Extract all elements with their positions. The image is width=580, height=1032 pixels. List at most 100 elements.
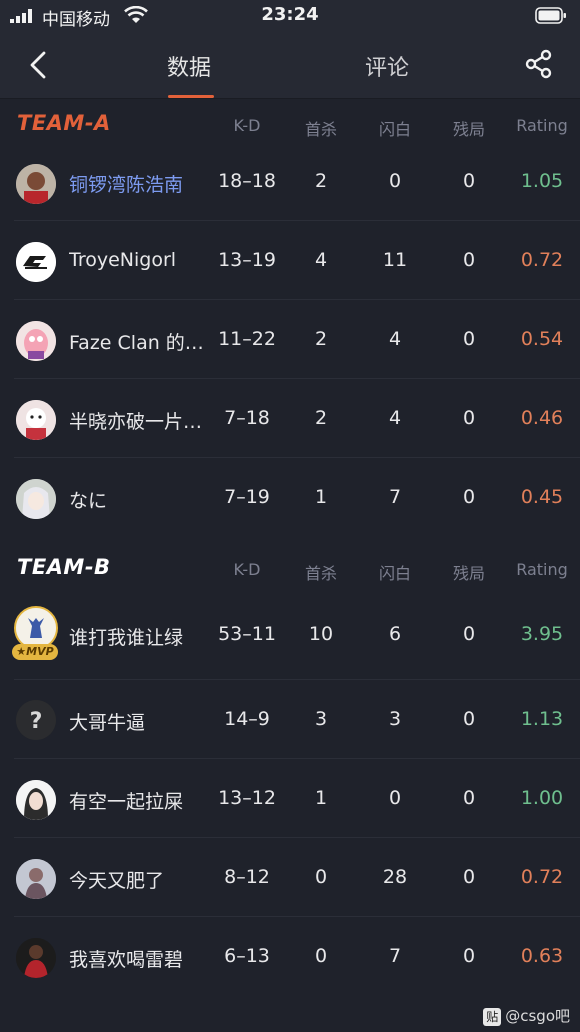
clutches-value: 0 xyxy=(462,249,476,271)
kd-value: 53–11 xyxy=(218,623,276,645)
player-name: 谁打我谁让绿 xyxy=(69,627,184,649)
player-row[interactable]: 今天又肥了 8–12 0 28 0 0.72 xyxy=(0,838,580,917)
kd-value: 7–18 xyxy=(224,407,270,429)
team-a-name: TEAM-A xyxy=(17,111,111,135)
column-clutches: 残局 xyxy=(452,564,485,583)
status-bar: 中国移动 23:24 xyxy=(0,0,580,32)
player-name: 大哥牛逼 xyxy=(69,712,146,734)
avatar-image-icon xyxy=(16,479,56,519)
clutches-value: 0 xyxy=(462,708,476,730)
svg-text:?: ? xyxy=(30,709,43,734)
player-avatar xyxy=(16,400,56,440)
clutches-value: 0 xyxy=(462,866,476,888)
avatar-image-icon xyxy=(16,938,56,978)
first-kills-value: 2 xyxy=(314,170,328,192)
first-kills-value: 2 xyxy=(314,407,328,429)
player-name: 有空一起拉屎 xyxy=(69,791,184,813)
clutches-value: 0 xyxy=(462,170,476,192)
kd-value: 13–19 xyxy=(218,249,276,271)
team-b-name: TEAM-B xyxy=(17,555,111,579)
tab-data[interactable]: 数据 xyxy=(167,50,211,82)
team-b-header: TEAM-B K-D 首杀 闪白 残局 Rating xyxy=(0,546,580,592)
player-name: なに xyxy=(69,490,108,512)
player-avatar xyxy=(16,859,56,899)
rating-value: 0.54 xyxy=(520,328,564,350)
rating-value: 1.00 xyxy=(520,787,564,809)
column-flashes: 闪白 xyxy=(378,120,411,139)
mvp-badge: ★MVP xyxy=(12,644,58,660)
kd-value: 8–12 xyxy=(224,866,270,888)
kd-value: 14–9 xyxy=(224,708,270,730)
share-icon[interactable] xyxy=(524,49,554,79)
player-avatar xyxy=(16,780,56,820)
rating-value: 0.72 xyxy=(520,249,564,271)
avatar-image-icon xyxy=(16,780,56,820)
question-mark-avatar-icon: ? xyxy=(16,700,56,740)
kd-value: 13–12 xyxy=(218,787,276,809)
clutches-value: 0 xyxy=(462,787,476,809)
player-row[interactable]: ? 大哥牛逼 14–9 3 3 0 1.13 xyxy=(0,680,580,759)
player-row[interactable]: なに 7–19 1 7 0 0.45 xyxy=(0,458,580,537)
first-kills-value: 2 xyxy=(314,328,328,350)
first-kills-value: 10 xyxy=(308,623,334,645)
column-kd: K-D xyxy=(233,560,261,579)
clutches-value: 0 xyxy=(462,945,476,967)
avatar-image-icon xyxy=(16,164,56,204)
player-avatar xyxy=(16,242,56,282)
clock: 23:24 xyxy=(261,4,319,25)
kd-value: 7–19 xyxy=(224,486,270,508)
column-first-kills: 首杀 xyxy=(304,564,337,583)
flashes-value: 0 xyxy=(388,170,402,192)
player-name: 铜锣湾陈浩南 xyxy=(69,174,184,196)
rating-value: 0.72 xyxy=(520,866,564,888)
column-kd: K-D xyxy=(233,116,261,135)
flashes-value: 7 xyxy=(388,486,402,508)
clutches-value: 0 xyxy=(462,407,476,429)
column-rating: Rating xyxy=(516,560,568,579)
player-row[interactable]: 铜锣湾陈浩南 18–18 2 0 0 1.05 xyxy=(0,142,580,221)
column-flashes: 闪白 xyxy=(378,564,411,583)
rating-value: 3.95 xyxy=(520,623,564,645)
rating-value: 0.46 xyxy=(520,407,564,429)
rating-value: 0.63 xyxy=(520,945,564,967)
player-row[interactable]: TroyeNigorl 13–19 4 11 0 0.72 xyxy=(0,221,580,300)
back-arrow-icon[interactable] xyxy=(26,50,52,80)
player-row[interactable]: 我喜欢喝雷碧 6–13 0 7 0 0.63 xyxy=(0,917,580,996)
player-row[interactable]: 有空一起拉屎 13–12 1 0 0 1.00 xyxy=(0,759,580,838)
flashes-value: 11 xyxy=(382,249,408,271)
player-row[interactable]: ★MVP 谁打我谁让绿 53–11 10 6 0 3.95 xyxy=(0,592,580,680)
player-name: TroyeNigorl xyxy=(69,249,177,271)
flashes-value: 7 xyxy=(388,945,402,967)
column-rating: Rating xyxy=(516,116,568,135)
rating-value: 1.13 xyxy=(520,708,564,730)
kd-value: 18–18 xyxy=(218,170,276,192)
column-clutches: 残局 xyxy=(452,120,485,139)
column-first-kills: 首杀 xyxy=(304,120,337,139)
first-kills-value: 1 xyxy=(314,486,328,508)
rating-value: 0.45 xyxy=(520,486,564,508)
player-name: 我喜欢喝雷碧 xyxy=(69,949,184,971)
player-name: 半晓亦破一片… xyxy=(69,411,203,433)
avatar-image-icon xyxy=(16,608,56,648)
first-kills-value: 0 xyxy=(314,945,328,967)
player-row[interactable]: Faze Clan 的… 11–22 2 4 0 0.54 xyxy=(0,300,580,379)
avatar-image-icon xyxy=(16,400,56,440)
player-row[interactable]: 半晓亦破一片… 7–18 2 4 0 0.46 xyxy=(0,379,580,458)
player-avatar xyxy=(16,164,56,204)
first-kills-value: 3 xyxy=(314,708,328,730)
player-avatar xyxy=(16,938,56,978)
flashes-value: 4 xyxy=(388,407,402,429)
clutches-value: 0 xyxy=(462,328,476,350)
tab-comments[interactable]: 评论 xyxy=(365,50,409,82)
player-name: 今天又肥了 xyxy=(69,870,165,892)
clutches-value: 0 xyxy=(462,486,476,508)
player-name: Faze Clan 的… xyxy=(69,332,204,354)
nav-bar: 数据 评论 xyxy=(0,32,580,99)
mvp-badge-label: MVP xyxy=(26,645,54,658)
rating-value: 1.05 xyxy=(520,170,564,192)
player-avatar xyxy=(16,479,56,519)
player-avatar xyxy=(16,321,56,361)
flashes-value: 28 xyxy=(382,866,408,888)
first-kills-value: 4 xyxy=(314,249,328,271)
avatar-image-icon xyxy=(16,859,56,899)
